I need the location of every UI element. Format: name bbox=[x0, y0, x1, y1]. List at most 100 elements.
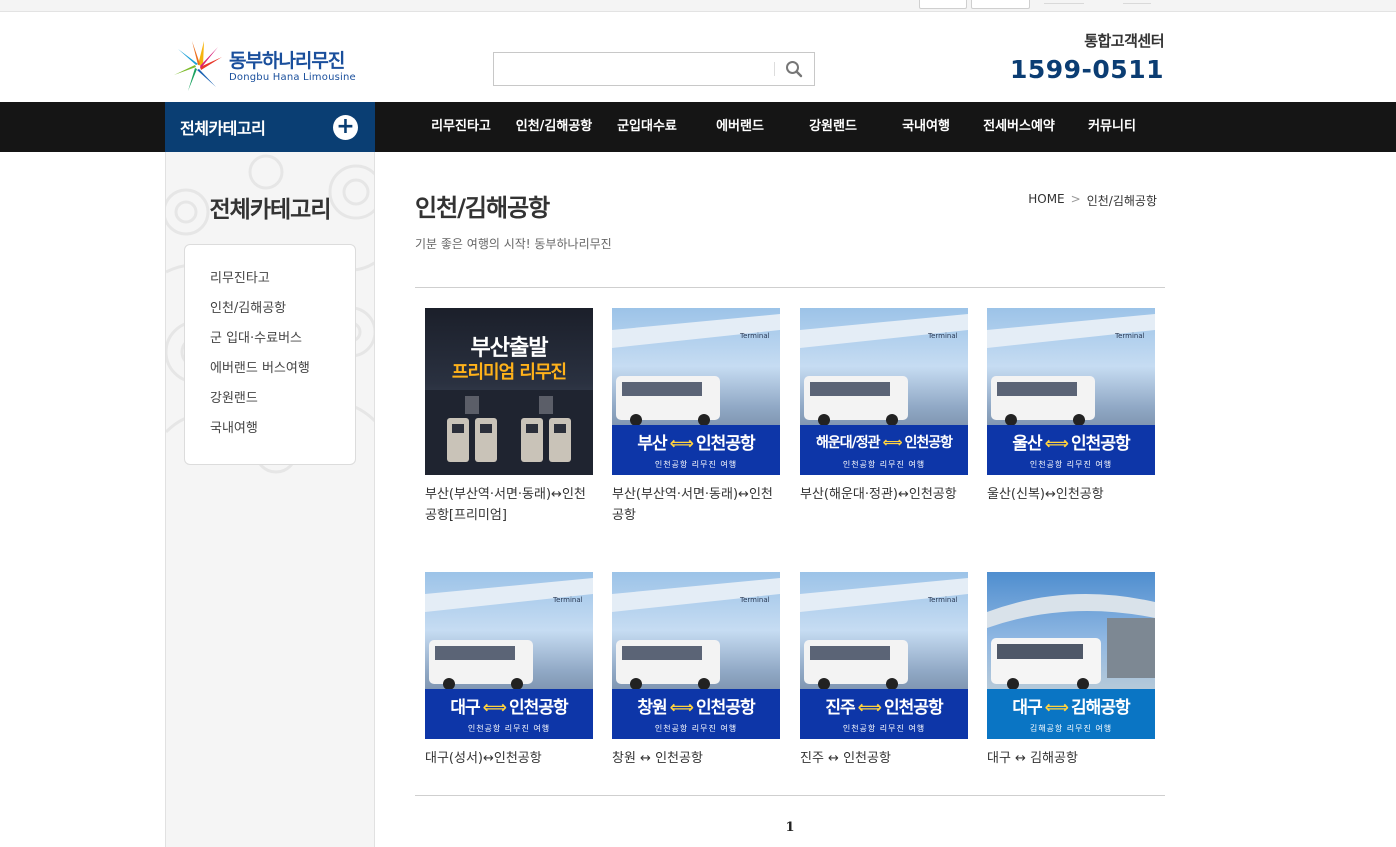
product-card[interactable]: Terminal 대구 ⟺ 인천공항 인천공항 리무진 여행 대구(성서)↔인천공항 bbox=[425, 572, 593, 769]
product-thumbnail[interactable]: Terminal 대구 ⟺ 인천공항 인천공항 리무진 여행 bbox=[425, 572, 593, 739]
airport-bus-image: Terminal bbox=[800, 578, 968, 690]
product-thumbnail[interactable]: Terminal 진주 ⟺ 인천공항 인천공항 리무진 여행 bbox=[800, 572, 968, 739]
utility-button-2[interactable] bbox=[971, 0, 1030, 9]
route-to: 인천공항 bbox=[904, 435, 954, 451]
all-category-label: 전체카테고리 bbox=[180, 119, 266, 138]
svg-text:Terminal: Terminal bbox=[1114, 332, 1145, 340]
thumbnail-banner: 창원 ⟺ 인천공항 인천공항 리무진 여행 bbox=[612, 689, 780, 739]
bus-interior-seats-image bbox=[425, 390, 593, 475]
svg-text:Terminal: Terminal bbox=[927, 596, 958, 604]
product-thumbnail[interactable]: Terminal 해운대/정관 ⟺ 인천공항 인천공항 리무진 여행 bbox=[800, 308, 968, 475]
utility-button-1[interactable] bbox=[919, 0, 967, 9]
product-card[interactable]: Terminal 부산 ⟺ 인천공항 인천공항 리무진 여행 부산(부산역·서면·동… bbox=[612, 308, 780, 526]
product-card[interactable]: Terminal 창원 ⟺ 인천공항 인천공항 리무진 여행 창원 ↔ 인천공항 bbox=[612, 572, 780, 769]
product-thumbnail[interactable]: Terminal 부산 ⟺ 인천공항 인천공항 리무진 여행 bbox=[612, 308, 780, 475]
product-title[interactable]: 대구 ↔ 김해공항 bbox=[987, 748, 1155, 769]
search-button[interactable] bbox=[774, 53, 814, 85]
svg-text:Terminal: Terminal bbox=[739, 332, 770, 340]
route-from: 대구 bbox=[450, 698, 480, 718]
double-arrow-icon: ⟺ bbox=[1044, 698, 1069, 718]
sidebar-item-everland[interactable]: 에버랜드 버스여행 bbox=[210, 357, 355, 387]
route-to: 인천공항 bbox=[696, 434, 756, 454]
product-card[interactable]: Terminal 울산 ⟺ 인천공항 인천공항 리무진 여행 울산(신복)↔인천공항 bbox=[987, 308, 1155, 505]
thumbnail-subheadline: 프리미엄 리무진 bbox=[451, 362, 567, 383]
product-title[interactable]: 부산(해운대·정관)↔인천공항 bbox=[800, 484, 968, 505]
product-thumbnail[interactable]: 대구 ⟺ 김해공항 김해공항 리무진 여행 bbox=[987, 572, 1155, 739]
logo-text-english: Dongbu Hana Limousine bbox=[229, 71, 356, 83]
nav-item-everland[interactable]: 에버랜드 bbox=[716, 102, 764, 152]
thumbnail-caption: 인천공항 리무진 여행 bbox=[842, 460, 926, 469]
product-card[interactable]: Terminal 진주 ⟺ 인천공항 인천공항 리무진 여행 진주 ↔ 인천공항 bbox=[800, 572, 968, 769]
thumbnail-banner: 대구 ⟺ 인천공항 인천공항 리무진 여행 bbox=[425, 689, 593, 739]
customer-center-phone[interactable]: 1599-0511 bbox=[1010, 55, 1164, 84]
airport-bus-image: Terminal bbox=[987, 314, 1155, 426]
thumbnail-caption: 인천공항 리무진 여행 bbox=[654, 724, 738, 733]
svg-text:Terminal: Terminal bbox=[927, 332, 958, 340]
thumbnail-caption: 인천공항 리무진 여행 bbox=[467, 724, 551, 733]
sidebar-item-airport[interactable]: 인천/김해공항 bbox=[210, 297, 355, 327]
route-to: 인천공항 bbox=[509, 698, 569, 718]
product-title[interactable]: 창원 ↔ 인천공항 bbox=[612, 748, 780, 769]
customer-center-label: 통합고객센터 bbox=[1084, 32, 1164, 50]
thumbnail-banner: 진주 ⟺ 인천공항 인천공항 리무진 여행 bbox=[800, 689, 968, 739]
product-title[interactable]: 부산(부산역·서면·동래)↔인천공항[프리미엄] bbox=[425, 484, 593, 526]
sidebar-item-kangwonland[interactable]: 강원랜드 bbox=[210, 387, 355, 417]
breadcrumb-home[interactable]: HOME bbox=[1028, 192, 1064, 209]
route-from: 진주 bbox=[825, 698, 855, 718]
utility-link-1[interactable] bbox=[1044, 3, 1084, 4]
nav-item-charter-bus[interactable]: 전세버스예약 bbox=[983, 102, 1055, 152]
double-arrow-icon: ⟺ bbox=[482, 698, 507, 718]
product-card[interactable]: 부산출발 프리미엄 리무진 부산(부산역·서면·동래)↔인천공항[프리미엄] bbox=[425, 308, 593, 526]
thumbnail-caption: 인천공항 리무진 여행 bbox=[842, 724, 926, 733]
product-thumbnail[interactable]: Terminal 창원 ⟺ 인천공항 인천공항 리무진 여행 bbox=[612, 572, 780, 739]
double-arrow-icon: ⟺ bbox=[1044, 434, 1069, 454]
product-title[interactable]: 진주 ↔ 인천공항 bbox=[800, 748, 968, 769]
logo-star-icon bbox=[174, 41, 222, 91]
thumbnail-caption: 인천공항 리무진 여행 bbox=[1029, 460, 1113, 469]
double-arrow-icon: ⟺ bbox=[882, 435, 902, 451]
nav-item-military[interactable]: 군입대수료 bbox=[617, 102, 677, 152]
product-title[interactable]: 대구(성서)↔인천공항 bbox=[425, 748, 593, 769]
product-card[interactable]: Terminal 해운대/정관 ⟺ 인천공항 인천공항 리무진 여행 부산(해운대·… bbox=[800, 308, 968, 505]
route-from: 해운대/정관 bbox=[815, 435, 881, 451]
search-box bbox=[493, 52, 815, 86]
pagination: 1 bbox=[415, 820, 1165, 835]
search-input[interactable] bbox=[494, 53, 774, 85]
sidebar-item-domestic-travel[interactable]: 국내여행 bbox=[210, 417, 355, 447]
airport-bus-image: Terminal bbox=[425, 578, 593, 690]
sidebar-item-military[interactable]: 군 입대·수료버스 bbox=[210, 327, 355, 357]
svg-text:Terminal: Terminal bbox=[739, 596, 770, 604]
thumbnail-caption: 인천공항 리무진 여행 bbox=[654, 460, 738, 469]
logo-text-korean: 동부하나리무진 bbox=[229, 49, 345, 72]
product-title[interactable]: 울산(신복)↔인천공항 bbox=[987, 484, 1155, 505]
nav-item-kangwonland[interactable]: 강원랜드 bbox=[809, 102, 857, 152]
svg-text:Terminal: Terminal bbox=[552, 596, 583, 604]
airport-bus-image: Terminal bbox=[612, 314, 780, 426]
nav-item-airport[interactable]: 인천/김해공항 bbox=[516, 102, 593, 152]
nav-item-limousine[interactable]: 리무진타고 bbox=[431, 102, 491, 152]
route-from: 대구 bbox=[1012, 698, 1042, 718]
product-thumbnail[interactable]: Terminal 울산 ⟺ 인천공항 인천공항 리무진 여행 bbox=[987, 308, 1155, 475]
all-category-button[interactable]: 전체카테고리 + bbox=[165, 102, 375, 152]
sidebar-item-limousine[interactable]: 리무진타고 bbox=[210, 267, 355, 297]
nav-item-domestic-travel[interactable]: 국내여행 bbox=[902, 102, 950, 152]
breadcrumb-current[interactable]: 인천/김해공항 bbox=[1087, 192, 1157, 209]
page-number-current[interactable]: 1 bbox=[785, 820, 794, 835]
product-card[interactable]: 대구 ⟺ 김해공항 김해공항 리무진 여행 대구 ↔ 김해공항 bbox=[987, 572, 1155, 769]
nav-item-community[interactable]: 커뮤니티 bbox=[1088, 102, 1136, 152]
thumbnail-caption: 김해공항 리무진 여행 bbox=[1029, 724, 1113, 733]
product-thumbnail[interactable]: 부산출발 프리미엄 리무진 bbox=[425, 308, 593, 475]
route-to: 인천공항 bbox=[1071, 434, 1131, 454]
thumbnail-banner: 대구 ⟺ 김해공항 김해공항 리무진 여행 bbox=[987, 689, 1155, 739]
utility-link-2[interactable] bbox=[1123, 3, 1151, 4]
top-divider bbox=[415, 287, 1165, 288]
route-from: 부산 bbox=[637, 434, 667, 454]
thumbnail-banner: 부산 ⟺ 인천공항 인천공항 리무진 여행 bbox=[612, 425, 780, 475]
main-content: 인천/김해공항 기분 좋은 여행의 시작! 동부하나리무진 HOME > 인천/… bbox=[415, 152, 1165, 835]
thumbnail-banner: 해운대/정관 ⟺ 인천공항 인천공항 리무진 여행 bbox=[800, 425, 968, 475]
site-logo[interactable]: 동부하나리무진 Dongbu Hana Limousine bbox=[172, 39, 356, 93]
route-to: 김해공항 bbox=[1071, 698, 1131, 718]
search-icon bbox=[786, 61, 803, 78]
route-from: 울산 bbox=[1012, 434, 1042, 454]
product-title[interactable]: 부산(부산역·서면·동래)↔인천공항 bbox=[612, 484, 780, 526]
